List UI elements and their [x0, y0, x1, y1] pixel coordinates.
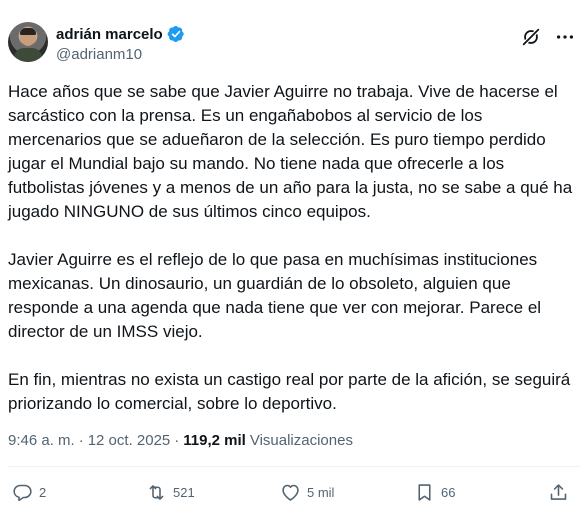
views-label[interactable]: Visualizaciones [250, 431, 353, 451]
author-display-name[interactable]: adrián marcelo [56, 26, 163, 43]
tweet-text: Hace años que se sabe que Javier Aguirre… [8, 80, 580, 416]
verified-badge-icon[interactable] [167, 25, 185, 43]
tweet-time[interactable]: 9:46 a. m. [8, 431, 75, 451]
tweet-paragraph: Javier Aguirre es el reflejo de lo que p… [8, 250, 546, 341]
action-bar: 2 521 5 mil 66 [8, 480, 580, 504]
tweet-header: adrián marcelo @adrianm10 [8, 22, 580, 66]
bookmark-icon [418, 483, 431, 501]
author-names: adrián marcelo @adrianm10 [56, 24, 185, 65]
avatar[interactable] [8, 22, 48, 62]
more-icon[interactable] [554, 26, 576, 48]
separator: · [174, 432, 180, 449]
repost-count: 521 [173, 484, 195, 500]
divider [8, 466, 580, 467]
like-button[interactable]: 5 mil [280, 480, 334, 504]
heart-icon [282, 484, 299, 501]
tweet-date[interactable]: 12 oct. 2025 [88, 431, 171, 451]
reply-icon [13, 484, 32, 501]
grok-icon[interactable] [520, 26, 542, 48]
tweet: adrián marcelo @adrianm10 Hace años que … [0, 0, 588, 523]
tweet-paragraph: En fin, mientras no exista un castigo re… [8, 370, 575, 413]
share-icon [550, 483, 567, 500]
repost-button[interactable]: 521 [146, 480, 195, 504]
bookmark-button[interactable]: 66 [414, 480, 455, 504]
views-count[interactable]: 119,2 mil [183, 431, 246, 451]
tweet-paragraph: Hace años que se sabe que Javier Aguirre… [8, 82, 577, 221]
tweet-meta: 9:46 a. m. · 12 oct. 2025 · 119,2 mil Vi… [8, 431, 353, 451]
like-count: 5 mil [307, 484, 335, 500]
reply-count: 2 [39, 484, 47, 500]
reply-button[interactable]: 2 [12, 480, 46, 504]
share-button[interactable] [548, 480, 569, 504]
repost-icon [149, 484, 164, 500]
separator: · [78, 432, 84, 449]
author-handle[interactable]: @adrianm10 [56, 45, 185, 65]
bookmark-count: 66 [441, 484, 456, 500]
